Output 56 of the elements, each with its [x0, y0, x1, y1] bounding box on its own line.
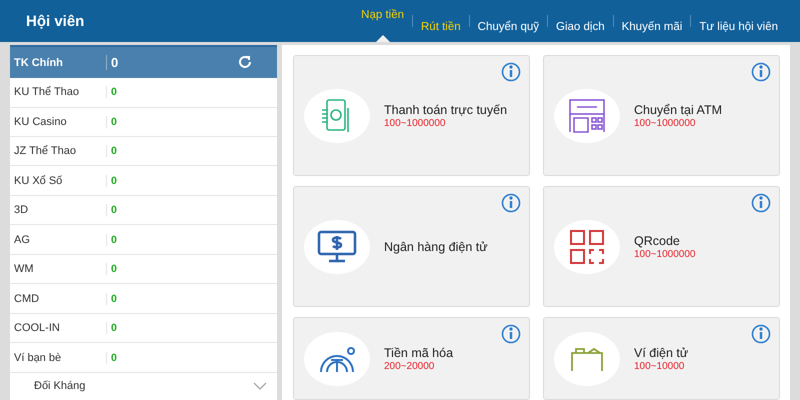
wallet-balance: 0	[106, 145, 277, 158]
monitor-dollar-icon	[317, 230, 357, 264]
wallet-label: KU Casino	[13, 116, 68, 128]
info-icon[interactable]	[751, 62, 771, 82]
info-icon[interactable]	[501, 62, 521, 82]
payment-method-card[interactable]: QRcode 100~1000000	[543, 186, 780, 307]
method-name: Tiền mã hóa	[384, 346, 454, 360]
wallet-label: COOL-IN	[13, 322, 61, 334]
info-icon[interactable]	[751, 193, 771, 213]
info-icon[interactable]	[501, 324, 521, 344]
wallet-balance: 0	[106, 174, 277, 187]
method-name: Thanh toán trực tuyến	[384, 102, 508, 116]
info-icon[interactable]	[751, 324, 771, 344]
method-name: Chuyển tại ATM	[634, 102, 722, 116]
amount-range: 100~1000000	[384, 118, 446, 128]
payment-method-card[interactable]: Tiền mã hóa 200~20000	[293, 317, 530, 400]
wallet-balance: 0	[106, 263, 277, 276]
account-label: TK Chính	[13, 56, 64, 68]
nav-tab[interactable]: Rút tiền	[413, 0, 469, 42]
wallet-balance: 0	[106, 204, 277, 216]
atm-icon	[568, 98, 606, 134]
payment-method-card[interactable]: Chuyển tại ATM 100~1000000	[543, 55, 780, 176]
account-balance: 0	[106, 55, 237, 70]
method-name: Ngân hàng điện tử	[384, 240, 488, 254]
nav-tab[interactable]: Giao dịch	[548, 0, 613, 42]
wallet-balance: 0	[106, 292, 277, 305]
wallet-label: Ví bạn bè	[13, 352, 62, 364]
wallet-balance: 0	[106, 86, 277, 98]
nav-tab[interactable]: Chuyển quỹ	[470, 0, 548, 42]
wallet-label: KU Thể Thao	[13, 86, 80, 98]
qr-code-icon	[569, 228, 605, 264]
wallet-balance: 0	[106, 234, 277, 246]
wallet-label: KU Xổ Số	[13, 174, 64, 187]
wallet-label: AG	[13, 234, 31, 246]
payment-method-card[interactable]: Ví điện tử 100~10000	[543, 317, 780, 400]
method-name: Ví điện tử	[634, 346, 688, 360]
amount-range: 100~1000000	[634, 248, 696, 260]
amount-range: 100~10000	[634, 360, 686, 372]
payment-method-card[interactable]: Thanh toán trực tuyến 100~1000000	[293, 55, 530, 176]
nav-tab[interactable]: Tư liệu hội viên	[691, 0, 786, 42]
wallet-label: WM	[13, 263, 35, 276]
wallet-balance: 0	[106, 322, 277, 334]
page-title: Hội viên	[26, 12, 86, 30]
info-icon[interactable]	[501, 193, 521, 213]
wallet-balance: 0	[106, 352, 277, 364]
refresh-icon[interactable]	[237, 56, 253, 70]
payment-method-card[interactable]: Ngân hàng điện tử	[293, 186, 530, 307]
chevron-icon	[253, 382, 267, 390]
wallet-label: 3D	[13, 204, 30, 216]
wallet-label: CMD	[13, 292, 40, 305]
amount-range: 100~1000000	[634, 118, 696, 128]
amount-range: 200~20000	[384, 360, 436, 372]
nav-tab[interactable]: Khuyến mãi	[614, 0, 690, 42]
wallet-label: JZ Thể Thao	[13, 145, 77, 158]
method-name: QRcode	[634, 234, 681, 248]
wallet-balance: 0	[106, 116, 277, 128]
